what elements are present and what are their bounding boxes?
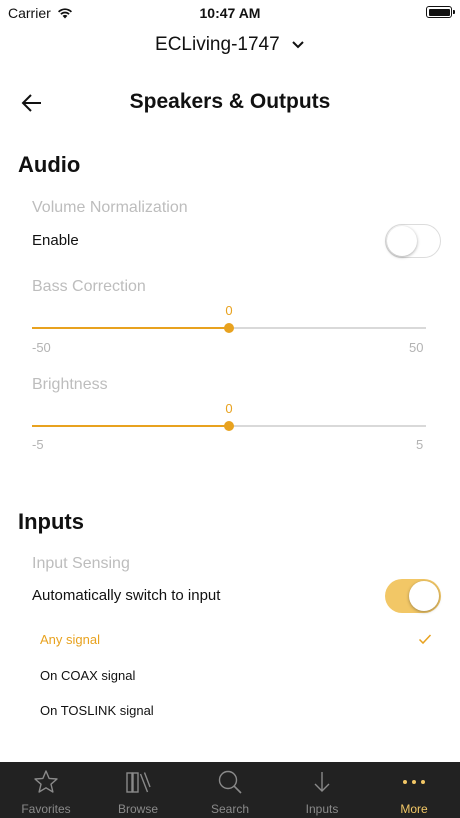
bass-correction-value: 0 — [225, 303, 233, 318]
tab-search[interactable]: Search — [184, 762, 276, 818]
tab-browse[interactable]: Browse — [92, 762, 184, 818]
bass-correction-label: Bass Correction — [32, 278, 146, 295]
search-icon — [218, 770, 242, 794]
carrier-label: Carrier — [8, 5, 51, 21]
tab-label: Browse — [117, 802, 158, 816]
volume-normalization-toggle[interactable] — [385, 224, 441, 258]
toggle-knob — [409, 581, 439, 611]
tab-label: Favorites — [21, 802, 71, 816]
wifi-icon — [57, 8, 72, 19]
tab-bar: Favorites Browse Search Inputs More — [0, 762, 460, 818]
audio-section-title: Audio — [18, 152, 81, 177]
brightness-label: Brightness — [32, 376, 108, 393]
volume-normalization-label: Volume Normalization — [32, 199, 188, 216]
inputs-section-title: Inputs — [18, 509, 84, 534]
option-any-signal[interactable]: Any signal — [40, 632, 100, 647]
bass-correction-min: -50 — [32, 340, 51, 355]
bass-correction-max: 50 — [409, 340, 424, 355]
chevron-down-icon — [292, 41, 304, 49]
battery-icon — [426, 6, 455, 18]
tab-more[interactable]: More — [368, 762, 460, 818]
option-toslink-signal[interactable]: On TOSLINK signal — [40, 703, 154, 718]
input-sensing-label: Input Sensing — [32, 555, 130, 572]
tab-label: Search — [210, 802, 250, 816]
more-icon — [403, 780, 425, 784]
device-selector[interactable]: ECLiving-1747 — [0, 34, 460, 56]
slider-thumb[interactable] — [224, 323, 234, 333]
carrier-info: Carrier — [8, 5, 73, 21]
brightness-min: -5 — [32, 437, 44, 452]
tab-label: Inputs — [305, 802, 339, 816]
auto-switch-toggle[interactable] — [385, 579, 441, 613]
tab-favorites[interactable]: Favorites — [0, 762, 92, 818]
slider-thumb[interactable] — [224, 421, 234, 431]
brightness-value: 0 — [225, 401, 233, 416]
option-coax-signal[interactable]: On COAX signal — [40, 668, 135, 683]
auto-switch-label: Automatically switch to input — [32, 587, 221, 604]
brightness-slider[interactable] — [32, 419, 426, 433]
status-bar: Carrier 10:47 AM — [0, 0, 460, 26]
tab-label: More — [400, 802, 428, 816]
device-name: ECLiving-1747 — [155, 34, 280, 55]
enable-label: Enable — [32, 232, 79, 249]
arrow-down-icon — [314, 772, 330, 792]
tab-inputs[interactable]: Inputs — [276, 762, 368, 818]
bass-correction-slider[interactable] — [32, 321, 426, 335]
page-title: Speakers & Outputs — [129, 90, 331, 113]
library-icon — [126, 772, 151, 793]
checkmark-icon — [418, 634, 432, 645]
star-icon — [34, 770, 58, 793]
toggle-knob — [387, 226, 417, 256]
brightness-max: 5 — [416, 437, 424, 452]
